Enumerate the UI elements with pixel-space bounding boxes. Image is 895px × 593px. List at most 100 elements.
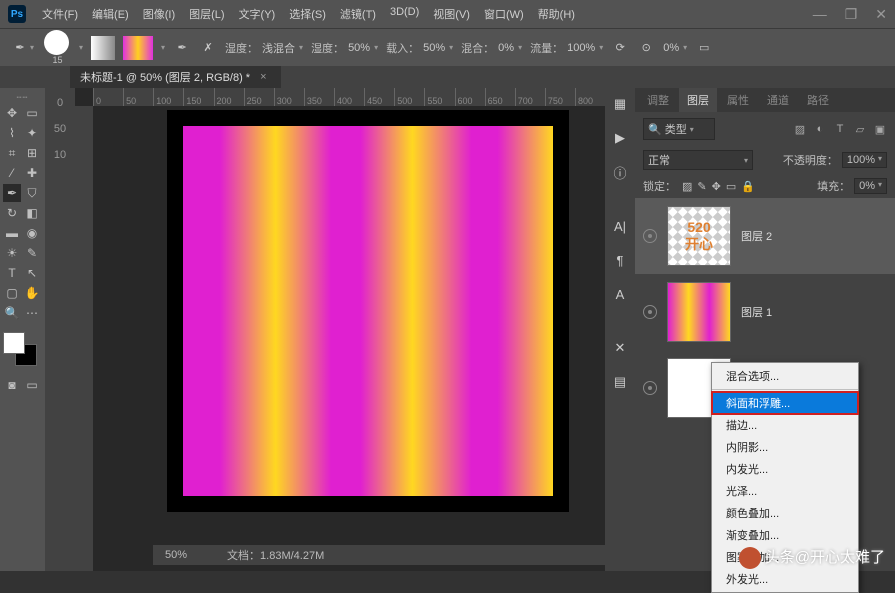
- menu-filter[interactable]: 滤镜(T): [334, 2, 382, 26]
- tab-layers[interactable]: 图层: [679, 88, 717, 112]
- lock-paint-icon[interactable]: ✎: [697, 180, 706, 193]
- cm-color-overlay[interactable]: 颜色叠加...: [712, 502, 858, 524]
- cm-blending-options[interactable]: 混合选项...: [712, 365, 858, 387]
- frame-tool[interactable]: ⊞: [23, 144, 41, 162]
- load-input[interactable]: 载入： 50%▾: [386, 40, 453, 56]
- edit-toolbar[interactable]: ⋯: [23, 304, 41, 322]
- document-tab[interactable]: 未标题-1 @ 50% (图层 2, RGB/8) * ×: [70, 66, 281, 88]
- layer-thumbnail[interactable]: 520开心: [667, 206, 731, 266]
- clean-brush-icon[interactable]: ✗: [199, 39, 217, 57]
- opacity-input[interactable]: 100% ▾: [842, 152, 887, 168]
- cm-inner-shadow[interactable]: 内阴影...: [712, 436, 858, 458]
- tools-handle[interactable]: ┅┅: [3, 93, 42, 102]
- layer-filter-type[interactable]: 🔍 类型 ▾: [643, 118, 715, 140]
- lock-artboard-icon[interactable]: ▭: [726, 180, 736, 193]
- menu-select[interactable]: 选择(S): [283, 2, 332, 26]
- shape-tool[interactable]: ▢: [3, 284, 21, 302]
- history-icon[interactable]: ▤: [610, 372, 630, 392]
- menu-file[interactable]: 文件(F): [36, 2, 84, 26]
- mix-input[interactable]: 混合： 0%▾: [461, 40, 522, 56]
- history-brush-tool[interactable]: ↻: [3, 204, 21, 222]
- current-load-swatch[interactable]: [123, 36, 153, 60]
- eraser-tool[interactable]: ◧: [23, 204, 41, 222]
- play-icon[interactable]: ▶: [610, 128, 630, 148]
- layer-visibility-toggle[interactable]: [643, 381, 657, 395]
- layer-thumbnail[interactable]: [667, 282, 731, 342]
- menu-image[interactable]: 图像(I): [137, 2, 181, 26]
- sec-icon-2[interactable]: 10: [51, 146, 69, 164]
- menu-3d[interactable]: 3D(D): [384, 2, 425, 26]
- histogram-icon[interactable]: ▦: [610, 94, 630, 114]
- wand-tool[interactable]: ✦: [23, 124, 41, 142]
- filter-smart-icon[interactable]: ▣: [873, 122, 887, 136]
- quickmask-tool[interactable]: ◙: [3, 376, 21, 394]
- hand-tool[interactable]: ✋: [23, 284, 41, 302]
- zoom-tool[interactable]: 🔍: [3, 304, 21, 322]
- wet-mode-select[interactable]: 湿度： 浅混合 ▾: [225, 40, 303, 56]
- tab-adjustments[interactable]: 调整: [639, 88, 677, 112]
- para-icon[interactable]: ¶: [610, 250, 630, 270]
- zoom-level[interactable]: 50%: [165, 549, 187, 561]
- canvas-content[interactable]: [183, 126, 553, 496]
- menu-window[interactable]: 窗口(W): [478, 2, 530, 26]
- document-tab-close[interactable]: ×: [260, 71, 266, 83]
- dodge-tool[interactable]: ☀: [3, 244, 21, 262]
- stamp-tool[interactable]: ⛉: [23, 184, 41, 202]
- brush-panel-toggle[interactable]: [91, 36, 115, 60]
- brush-chevron-icon[interactable]: ▾: [79, 43, 83, 52]
- lock-all-icon[interactable]: 🔒: [741, 180, 755, 193]
- filter-adjust-icon[interactable]: ◐: [813, 122, 827, 136]
- menu-type[interactable]: 文字(Y): [233, 2, 282, 26]
- lock-transparent-icon[interactable]: ▨: [682, 180, 692, 193]
- load-brush-icon[interactable]: ✒: [173, 39, 191, 57]
- airbrush-icon[interactable]: ⟳: [611, 39, 629, 57]
- tablet-icon[interactable]: ▭: [695, 39, 713, 57]
- cm-stroke[interactable]: 描边...: [712, 414, 858, 436]
- crop-tool[interactable]: ⌗: [3, 144, 21, 162]
- pen-tool[interactable]: ✎: [23, 244, 41, 262]
- marquee-tool[interactable]: ▭: [23, 104, 41, 122]
- sec-icon-1[interactable]: 50: [51, 120, 69, 138]
- cm-inner-glow[interactable]: 内发光...: [712, 458, 858, 480]
- path-select-tool[interactable]: ↖: [23, 264, 41, 282]
- tools-icon[interactable]: ✕: [610, 338, 630, 358]
- layer-name[interactable]: 图层 2: [741, 228, 772, 244]
- angle-input[interactable]: 0%▾: [663, 42, 687, 54]
- filter-image-icon[interactable]: ▨: [793, 122, 807, 136]
- filter-type-icon[interactable]: T: [833, 122, 847, 136]
- tab-properties[interactable]: 属性: [719, 88, 757, 112]
- char-icon[interactable]: A|: [610, 216, 630, 236]
- lock-position-icon[interactable]: ✥: [712, 180, 721, 193]
- cm-bevel-emboss[interactable]: 斜面和浮雕...: [712, 392, 858, 414]
- layer-item[interactable]: 520开心 图层 2: [635, 198, 895, 274]
- menu-layer[interactable]: 图层(L): [183, 2, 230, 26]
- layer-visibility-toggle[interactable]: [643, 229, 657, 243]
- close-button[interactable]: ✕: [875, 6, 887, 23]
- flow-input[interactable]: 流量： 100%▾: [530, 40, 603, 56]
- menu-edit[interactable]: 编辑(E): [86, 2, 135, 26]
- layer-visibility-toggle[interactable]: [643, 305, 657, 319]
- sample-icon[interactable]: ⊙: [637, 39, 655, 57]
- wet-input[interactable]: 湿度： 50%▾: [311, 40, 378, 56]
- blend-mode-select[interactable]: 正常 ▾: [643, 150, 753, 170]
- tool-preset-picker[interactable]: ✒ ▾: [10, 38, 34, 58]
- heal-tool[interactable]: ✚: [23, 164, 41, 182]
- cm-gradient-overlay[interactable]: 渐变叠加...: [712, 524, 858, 546]
- menu-help[interactable]: 帮助(H): [532, 2, 581, 26]
- gradient-tool[interactable]: ▬: [3, 224, 21, 242]
- glyph-icon[interactable]: A: [610, 284, 630, 304]
- brush-tool[interactable]: ✒: [3, 184, 21, 202]
- brush-preset[interactable]: 15: [42, 30, 71, 65]
- fill-input[interactable]: 0% ▾: [854, 178, 887, 194]
- blur-tool[interactable]: ◉: [23, 224, 41, 242]
- filter-shape-icon[interactable]: ▱: [853, 122, 867, 136]
- info-icon[interactable]: ⓘ: [610, 162, 630, 182]
- move-tool[interactable]: ✥: [3, 104, 21, 122]
- restore-button[interactable]: ❐: [845, 6, 858, 23]
- color-swatches[interactable]: [3, 332, 37, 366]
- layer-item[interactable]: 图层 1: [635, 274, 895, 350]
- tab-paths[interactable]: 路径: [799, 88, 837, 112]
- cm-satin[interactable]: 光泽...: [712, 480, 858, 502]
- tab-channels[interactable]: 通道: [759, 88, 797, 112]
- lasso-tool[interactable]: ⌇: [3, 124, 21, 142]
